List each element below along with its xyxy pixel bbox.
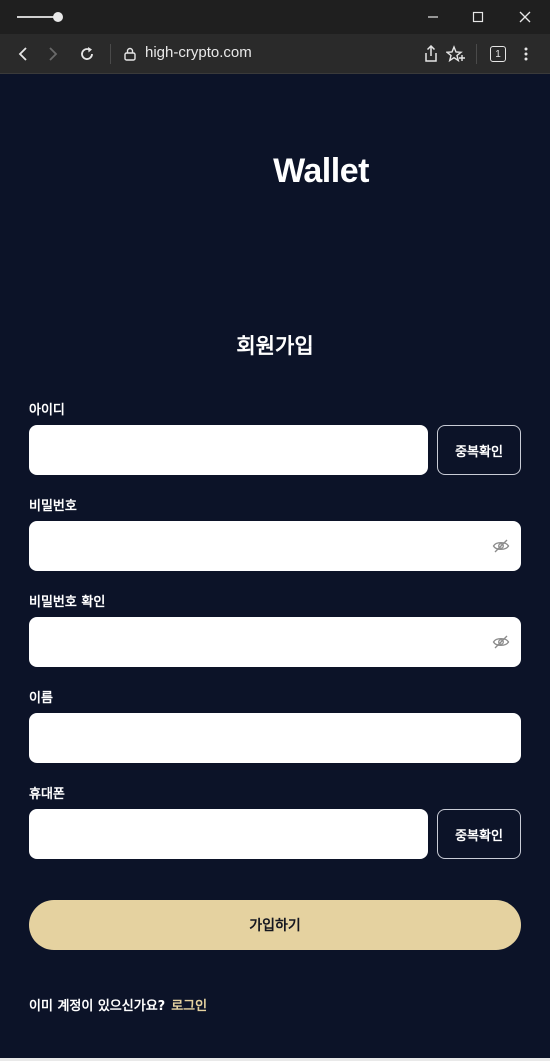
window-titlebar: [0, 0, 550, 34]
id-duplicate-check-button[interactable]: 중복확인: [437, 425, 521, 475]
zoom-slider-track[interactable]: [17, 16, 57, 18]
phone-input[interactable]: [29, 809, 428, 859]
more-menu-icon[interactable]: [513, 41, 539, 67]
eye-off-icon[interactable]: [490, 535, 512, 557]
wallet-logo: Wallet: [273, 152, 369, 190]
close-icon[interactable]: [512, 4, 538, 30]
toolbar-separator: [476, 44, 477, 64]
page-title: 회원가입: [236, 334, 314, 358]
share-icon[interactable]: [418, 41, 444, 67]
page-content: Wallet 회원가입 아이디 중복확인 비밀번호 비밀번호 확인 이름 휴대폰…: [0, 75, 550, 1061]
phone-label: 휴대폰: [29, 787, 65, 802]
login-prompt: 이미 계정이 있으신가요? 로그인: [29, 995, 207, 1014]
login-link[interactable]: 로그인: [171, 999, 207, 1014]
id-label: 아이디: [29, 403, 65, 418]
maximize-icon[interactable]: [465, 4, 491, 30]
toolbar-separator: [110, 44, 111, 64]
tab-count-icon[interactable]: 1: [485, 41, 511, 67]
signup-button[interactable]: 가입하기: [29, 900, 521, 950]
reload-icon[interactable]: [74, 41, 100, 67]
lock-icon[interactable]: [117, 41, 143, 67]
forward-arrow-icon[interactable]: [40, 41, 66, 67]
minimize-icon[interactable]: [420, 4, 446, 30]
bookmark-star-icon[interactable]: [443, 41, 469, 67]
back-arrow-icon[interactable]: [10, 41, 36, 67]
password-confirm-input[interactable]: [29, 617, 521, 667]
password-input[interactable]: [29, 521, 521, 571]
eye-off-icon[interactable]: [490, 631, 512, 653]
name-label: 이름: [29, 691, 53, 706]
browser-toolbar: high-crypto.com 1: [0, 34, 550, 74]
login-prompt-text: 이미 계정이 있으신가요?: [29, 999, 166, 1014]
tab-count: 1: [490, 46, 506, 62]
phone-duplicate-check-button[interactable]: 중복확인: [437, 809, 521, 859]
address-bar-url[interactable]: high-crypto.com: [145, 44, 252, 61]
name-input[interactable]: [29, 713, 521, 763]
zoom-slider-knob[interactable]: [53, 12, 63, 22]
password-label: 비밀번호: [29, 499, 77, 514]
id-input[interactable]: [29, 425, 428, 475]
password-confirm-label: 비밀번호 확인: [29, 595, 106, 610]
